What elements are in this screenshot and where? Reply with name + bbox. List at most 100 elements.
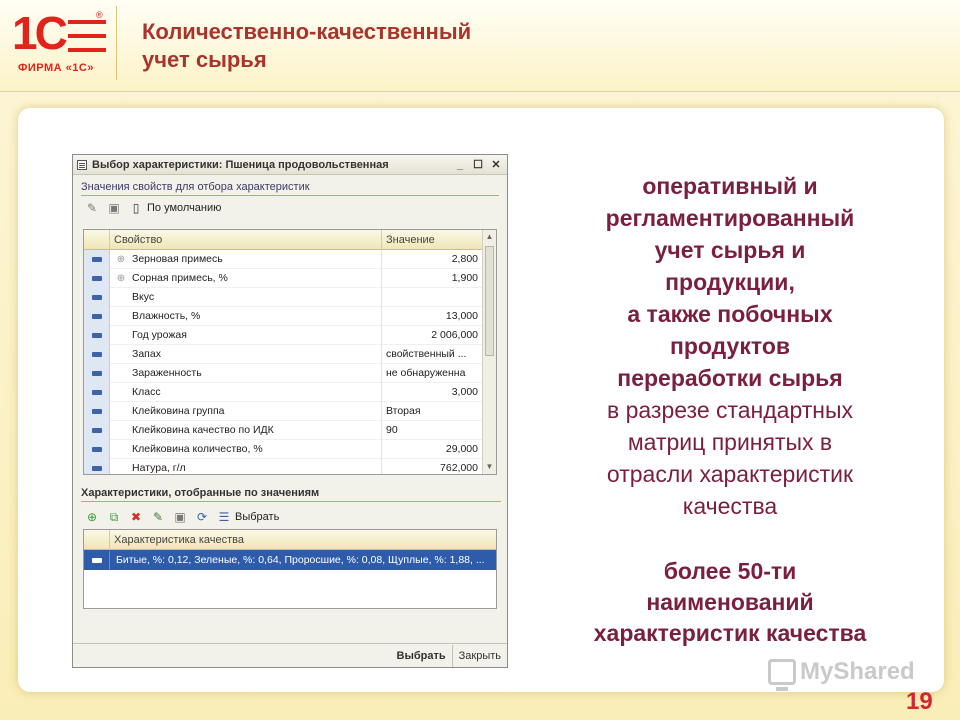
default-button-label: По умолчанию (147, 202, 222, 214)
description-bold-line: продукции, (665, 269, 795, 295)
table-row[interactable]: Запах свойственный ... (84, 344, 482, 364)
delete-icon[interactable]: ✖ (129, 510, 143, 524)
property-cell: Сорная примесь, % (132, 268, 382, 288)
edit-pencil-icon[interactable]: ✎ (85, 201, 99, 215)
value-cell[interactable]: Вторая (382, 402, 482, 421)
select-list-icon: ☰ (218, 510, 230, 524)
value-cell[interactable]: 13,000 (382, 307, 482, 326)
table-row[interactable]: Влажность, % 13,000 (84, 306, 482, 326)
table-row[interactable]: Год урожая 2 006,000 (84, 325, 482, 345)
row-marker-icon (84, 287, 110, 307)
description-bold-line: а также побочных (627, 301, 833, 327)
description-bold-line: учет сырья и (654, 237, 806, 263)
row-marker-icon (84, 401, 110, 421)
table-row[interactable]: Битые, %: 0,12, Зеленые, %: 0,64, Пророс… (84, 550, 496, 570)
properties-grid-header: Свойство Значение (84, 230, 482, 250)
table-row[interactable]: Вкус (84, 287, 482, 307)
value-cell[interactable]: 3,000 (382, 383, 482, 402)
save-icon[interactable]: ▣ (107, 201, 121, 215)
value-cell[interactable]: 2 006,000 (382, 326, 482, 345)
table-row[interactable]: Класс 3,000 (84, 382, 482, 402)
registered-icon: ® (96, 10, 103, 20)
property-cell: Клейковина группа (132, 401, 382, 421)
column-header-value[interactable]: Значение (382, 230, 482, 250)
description-bold-line: регламентированный (605, 205, 855, 231)
description-line: отрасли характеристик (606, 461, 854, 487)
properties-scrollbar[interactable]: ▲ ▼ (482, 230, 496, 474)
value-cell[interactable]: 90 (382, 421, 482, 440)
description-bold-line: продуктов (669, 333, 791, 359)
select-toolbar-button[interactable]: ☰ Выбрать (217, 510, 280, 524)
value-cell[interactable]: 2,800 (382, 250, 482, 269)
window-titlebar[interactable]: Выбор характеристики: Пшеница продовольс… (73, 155, 507, 175)
row-marker-icon (84, 268, 110, 288)
property-cell: Класс (132, 382, 382, 402)
row-marker-icon (84, 249, 110, 269)
property-cell: Клейковина количество, % (132, 439, 382, 459)
table-row[interactable]: Натура, г/л 762,000 (84, 458, 482, 475)
document-icon: ▯ (132, 201, 140, 215)
table-row[interactable]: Клейковина качество по ИДК 90 (84, 420, 482, 440)
row-marker-icon (84, 344, 110, 364)
close-window-button[interactable]: ✕ (489, 158, 503, 171)
logo-mark: 1C (12, 7, 68, 59)
scroll-thumb[interactable] (485, 246, 494, 356)
edit-icon[interactable]: ✎ (151, 510, 165, 524)
select-button[interactable]: Выбрать (391, 644, 453, 667)
row-marker-icon (84, 458, 110, 474)
row-marker-icon (84, 439, 110, 459)
value-cell[interactable]: свойственный ... (382, 345, 482, 364)
row-marker-icon (84, 363, 110, 383)
watermark: MyShared (768, 658, 915, 691)
column-header-characteristic[interactable]: Характеристика качества (110, 530, 496, 550)
select-toolbar-label: Выбрать (235, 511, 280, 523)
copy-add-icon[interactable]: ⧉ (107, 510, 121, 524)
grid-header-mark (84, 230, 110, 250)
slide-title-line1: Количественно-качественный (142, 19, 472, 44)
watermark-text: MyShared (800, 658, 915, 685)
scroll-down-icon[interactable]: ▼ (483, 460, 496, 474)
table-row[interactable]: Клейковина группа Вторая (84, 401, 482, 421)
column-header-property[interactable]: Свойство (110, 230, 382, 250)
expand-icon[interactable]: ⊕ (110, 254, 132, 265)
expand-icon[interactable]: ⊕ (110, 273, 132, 284)
minimize-button[interactable]: _ (453, 159, 467, 171)
summary-text: более 50-ти наименований характеристик кач… (540, 556, 920, 649)
property-cell: Год урожая (132, 325, 382, 345)
row-marker-icon (84, 550, 110, 570)
properties-grid-rows: ⊕ Зерновая примесь 2,800 ⊕ Сорная примесь, %… (84, 249, 482, 475)
close-button[interactable]: Закрыть (453, 645, 507, 667)
window-form-icon (77, 159, 87, 170)
description-line: качества (682, 493, 778, 519)
table-row[interactable]: ⊕ Сорная примесь, % 1,900 (84, 268, 482, 288)
toolbar-properties: ✎ ▣ ▯ По умолчанию (73, 196, 507, 220)
value-cell[interactable]: 1,900 (382, 269, 482, 288)
window-title: Выбор характеристики: Пшеница продовольс… (92, 158, 389, 171)
summary-line: более 50-ти (663, 558, 797, 584)
add-icon[interactable]: ⊕ (85, 510, 99, 524)
toolbar-characteristics: ⊕ ⧉ ✖ ✎ ▣ ⟳ ☰ Выбрать (73, 505, 291, 529)
property-cell: Клейковина качество по ИДК (132, 420, 382, 440)
row-marker-icon (84, 306, 110, 326)
logo-lines-icon (68, 20, 106, 52)
scroll-up-icon[interactable]: ▲ (483, 230, 496, 244)
row-marker-icon (84, 382, 110, 402)
property-cell: Влажность, % (132, 306, 382, 326)
value-cell[interactable]: 762,000 (382, 459, 482, 475)
default-button[interactable]: ▯ По умолчанию (129, 201, 222, 215)
value-cell[interactable]: не обнаруженна (382, 364, 482, 383)
description-line: матриц принятых в (627, 429, 833, 455)
maximize-button[interactable]: ☐ (471, 158, 485, 171)
value-cell[interactable]: 29,000 (382, 440, 482, 459)
table-row[interactable]: ⊕ Зерновая примесь 2,800 (84, 249, 482, 269)
description-bold-line: оперативный и (642, 173, 818, 199)
selection-window: Выбор характеристики: Пшеница продовольс… (72, 154, 508, 668)
logo-text: ФИРМА «1С» (18, 62, 94, 74)
table-row[interactable]: Зараженность не обнаруженна (84, 363, 482, 383)
table-row[interactable]: Клейковина количество, % 29,000 (84, 439, 482, 459)
row-marker-icon (84, 325, 110, 345)
property-cell: Запах (132, 344, 382, 364)
value-cell[interactable] (382, 288, 482, 307)
refresh-icon[interactable]: ⟳ (195, 510, 209, 524)
save-disabled-icon[interactable]: ▣ (173, 510, 187, 524)
